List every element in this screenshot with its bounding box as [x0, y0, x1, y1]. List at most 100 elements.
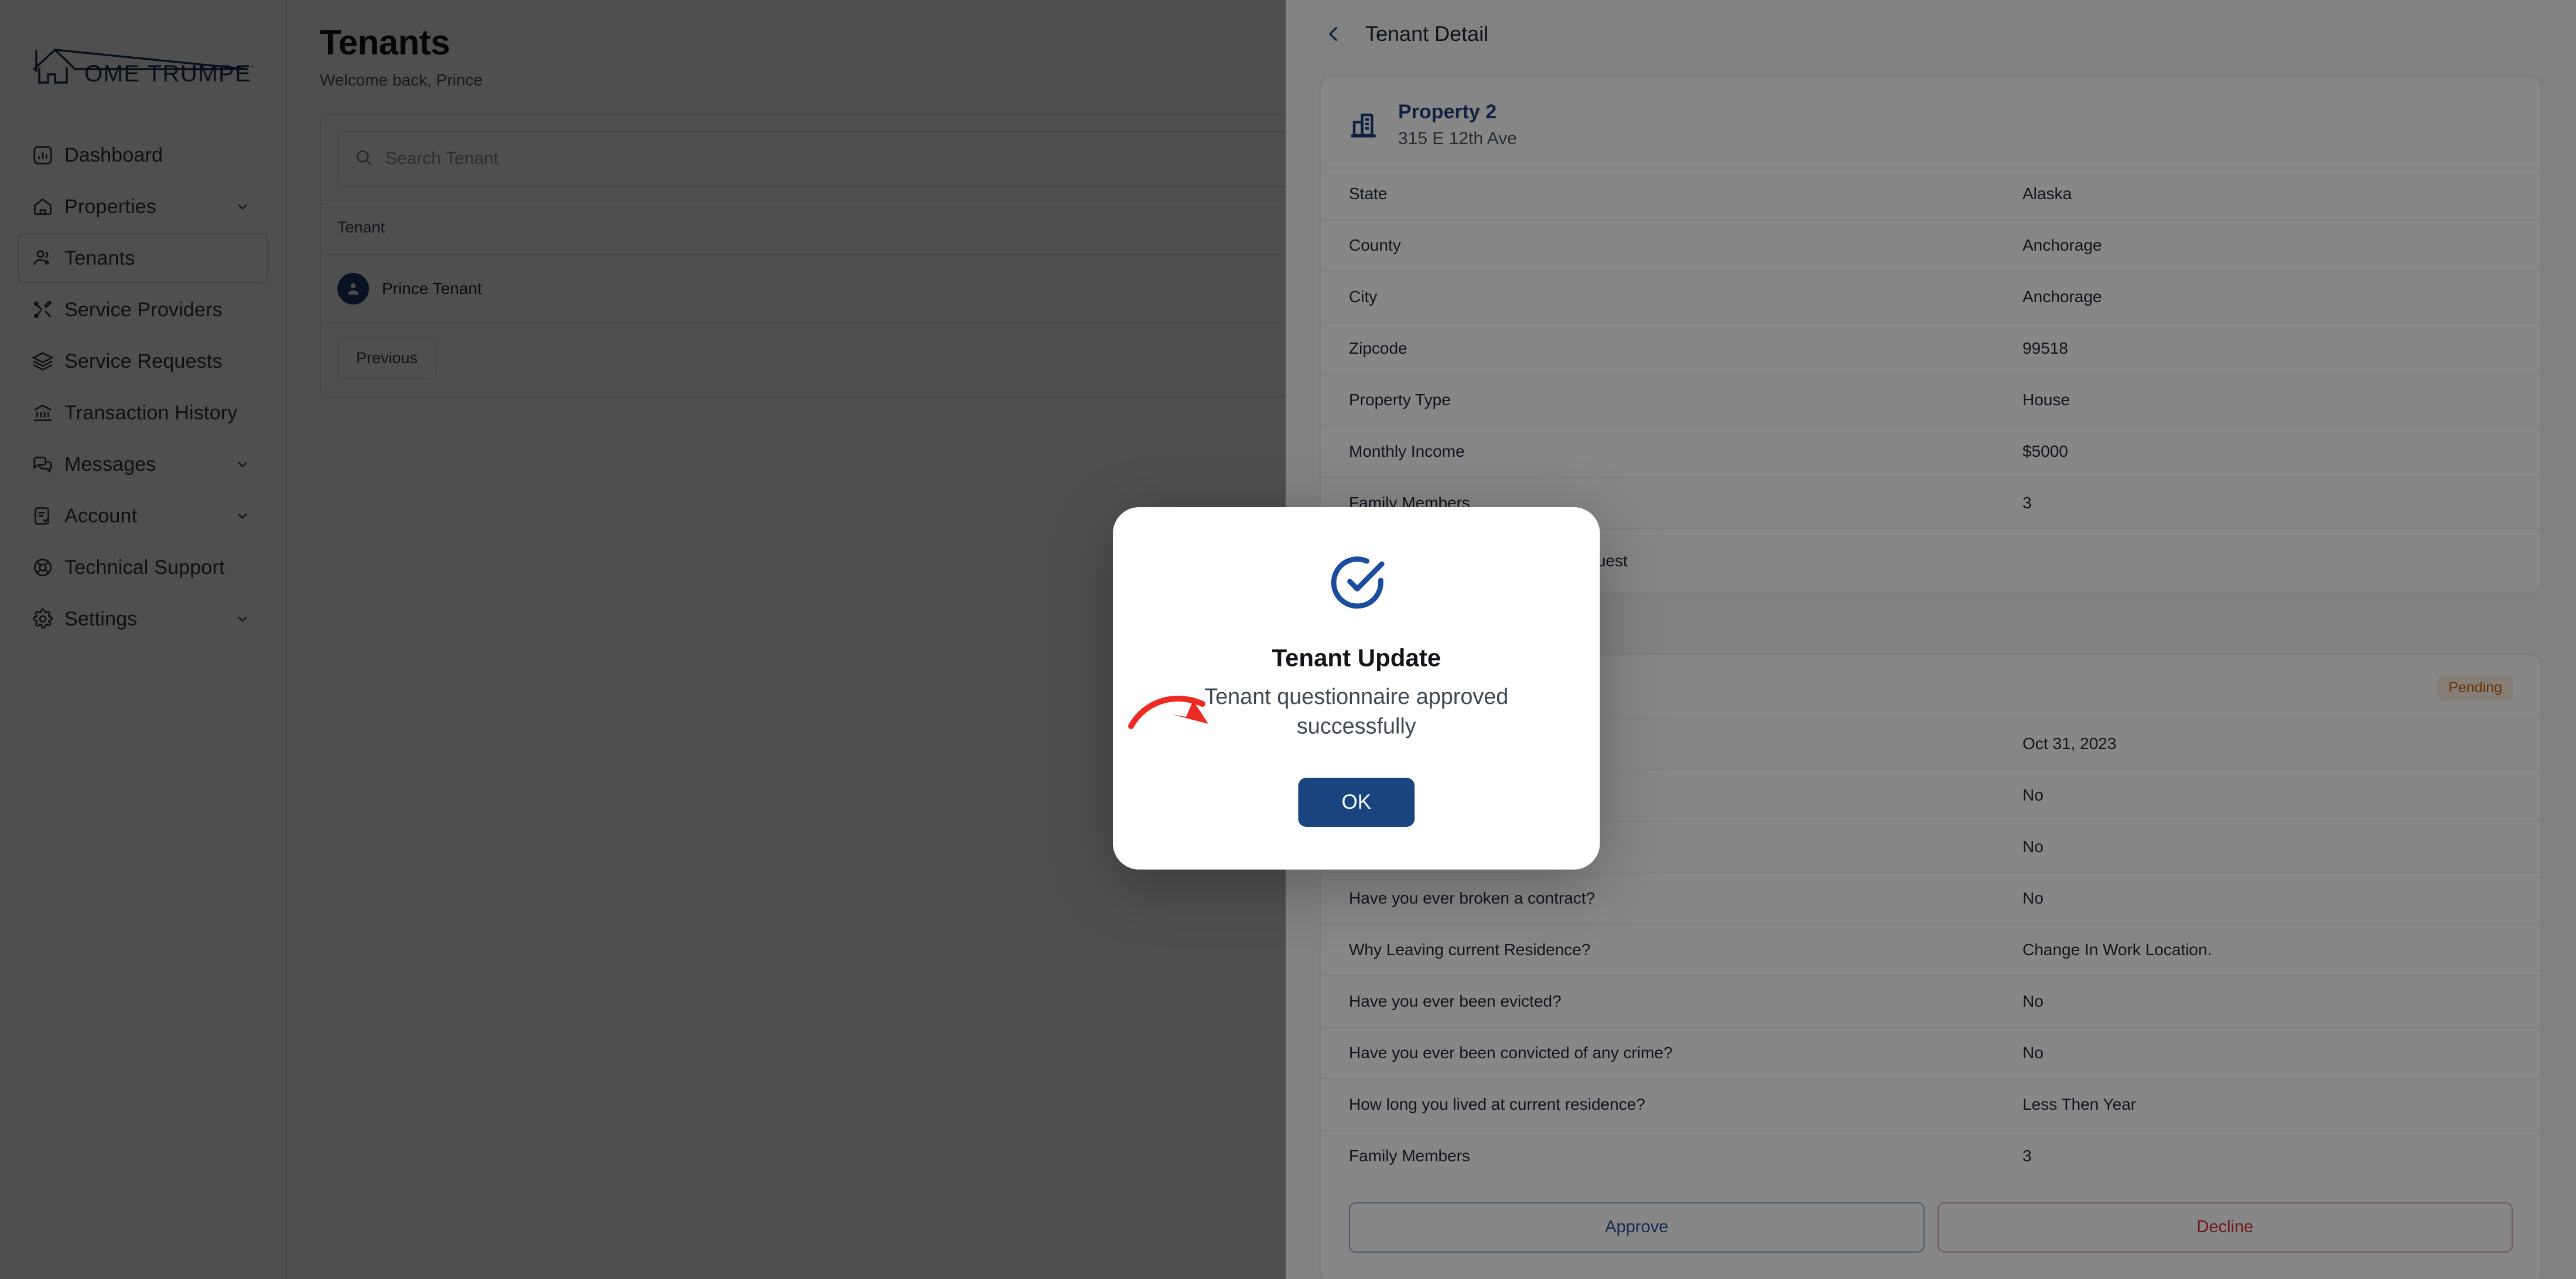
lifebuoy-icon [32, 556, 64, 579]
avatar [337, 273, 369, 305]
home-icon [32, 196, 64, 218]
response-row-broken-contract: Have you ever broken a contract? No [1321, 871, 2541, 924]
chevron-down-icon[interactable] [231, 508, 254, 524]
tools-icon [32, 299, 64, 321]
detail-row-state: State Alaska [1321, 167, 2541, 219]
sidebar-item-messages[interactable]: Messages [18, 439, 268, 490]
property-name: Property 2 [1398, 101, 1497, 123]
chart-bar-icon [32, 144, 64, 166]
sidebar-item-account[interactable]: Account [18, 491, 268, 541]
detail-row-city: City Anchorage [1321, 270, 2541, 322]
sidebar-item-label: Properties [64, 195, 156, 218]
chevron-down-icon[interactable] [231, 611, 254, 627]
response-answer: No [2022, 888, 2044, 907]
detail-value: Anchorage [2022, 235, 2102, 254]
sidebar-item-label: Tenants [64, 247, 135, 269]
response-question: Have you ever been evicted? [1349, 991, 1562, 1010]
bank-icon [32, 402, 64, 424]
response-answer: Change In Work Location. [2022, 940, 2212, 959]
response-row-family-members: Family Members 3 [1321, 1129, 2541, 1181]
response-answer: No [2022, 991, 2044, 1010]
detail-row-county: County Anchorage [1321, 218, 2541, 271]
sidebar-item-service-requests[interactable]: Service Requests [18, 336, 268, 387]
tenant-update-modal: Tenant Update Tenant questionnaire appro… [1113, 507, 1600, 871]
sidebar-item-transaction-history[interactable]: Transaction History [18, 388, 268, 438]
response-answer: No [2022, 785, 2044, 804]
ok-button[interactable]: OK [1299, 778, 1414, 828]
sidebar-item-label: Transaction History [64, 401, 238, 424]
property-header: Property 2 315 E 12th Ave [1321, 77, 2541, 167]
gear-icon [32, 608, 64, 630]
response-answer: Less Then Year [2022, 1095, 2137, 1113]
detail-value: House [2022, 390, 2070, 409]
response-answer: 3 [2022, 1146, 2032, 1165]
detail-value: 3 [2022, 493, 2032, 512]
sidebar-item-service-providers[interactable]: Service Providers [18, 285, 268, 335]
chevron-down-icon[interactable] [231, 199, 254, 215]
brand-logo[interactable]: OME TRUMPETER [18, 0, 268, 123]
detail-key: Property Type [1349, 390, 1451, 409]
modal-title: Tenant Update [1272, 645, 1441, 673]
detail-key: Zipcode [1349, 338, 1407, 357]
response-row-convicted: Have you ever been convicted of any crim… [1321, 1026, 2541, 1078]
sidebar-item-properties[interactable]: Properties [18, 182, 268, 232]
detail-key: County [1349, 235, 1401, 254]
sidebar-nav: Dashboard Properties Tenants Service Pro… [18, 130, 268, 644]
response-question: Why Leaving current Residence? [1349, 940, 1591, 959]
clipboard-check-icon [32, 505, 64, 527]
home-trumpeter-logo-icon: OME TRUMPETER [32, 48, 253, 85]
modal-actions: OK [1113, 778, 1600, 828]
sidebar-item-tenants[interactable]: Tenants [18, 233, 268, 283]
chevron-down-icon[interactable] [231, 456, 254, 473]
detail-key: State [1349, 184, 1388, 203]
svg-text:OME TRUMPETER: OME TRUMPETER [84, 61, 253, 85]
response-row-how-long-lived: How long you lived at current residence?… [1321, 1078, 2541, 1130]
response-actions: Approve Decline [1321, 1181, 2541, 1279]
sidebar-item-label: Account [64, 504, 138, 527]
detail-key: City [1349, 287, 1378, 306]
response-question: How long you lived at current residence? [1349, 1095, 1645, 1113]
drawer-header: Tenant Detail [1320, 0, 2542, 68]
sidebar-item-label: Service Requests [64, 350, 223, 372]
chevron-left-icon[interactable] [1323, 23, 1344, 45]
detail-value: Alaska [2022, 184, 2072, 203]
sidebar-item-label: Messages [64, 453, 156, 476]
detail-row-monthly-income: Monthly Income $5000 [1321, 425, 2541, 477]
sidebar: OME TRUMPETER Dashboard Properties [0, 0, 287, 1279]
response-answer: No [2022, 1043, 2044, 1062]
users-icon [32, 247, 64, 269]
sidebar-item-label: Settings [64, 607, 138, 630]
modal-message: Tenant questionnaire approved successful… [1204, 684, 1509, 739]
response-row-evicted: Have you ever been evicted? No [1321, 974, 2541, 1027]
detail-value: 99518 [2022, 338, 2068, 357]
tenant-name: Prince Tenant [382, 279, 482, 297]
response-row-why-leaving: Why Leaving current Residence? Change In… [1321, 923, 2541, 975]
sidebar-item-label: Service Providers [64, 298, 223, 321]
check-circle-icon [1113, 507, 1600, 638]
response-question: Have you ever been convicted of any crim… [1349, 1043, 1673, 1062]
chat-icon [32, 453, 64, 476]
response-question: Family Members [1349, 1146, 1470, 1165]
approve-button[interactable]: Approve [1349, 1202, 1925, 1253]
sidebar-item-settings[interactable]: Settings [18, 594, 268, 644]
search-icon [354, 148, 374, 170]
sidebar-item-dashboard[interactable]: Dashboard [18, 130, 268, 180]
decline-button[interactable]: Decline [1937, 1202, 2513, 1253]
status-badge: Pending [2438, 674, 2513, 701]
detail-row-property-type: Property Type House [1321, 373, 2541, 425]
previous-page-button[interactable]: Previous [337, 337, 437, 379]
building-icon [1349, 109, 1381, 141]
sidebar-item-label: Dashboard [64, 143, 163, 166]
response-answer: Oct 31, 2023 [2022, 734, 2117, 753]
layers-icon [32, 350, 64, 372]
property-address: 315 E 12th Ave [1398, 128, 1517, 148]
drawer-title: Tenant Detail [1365, 22, 1489, 46]
detail-value: Anchorage [2022, 287, 2102, 306]
response-question: Have you ever broken a contract? [1349, 888, 1596, 907]
detail-key: Monthly Income [1349, 442, 1465, 460]
response-answer: No [2022, 837, 2044, 856]
sidebar-item-label: Technical Support [64, 556, 225, 579]
detail-value: $5000 [2022, 442, 2068, 460]
sidebar-item-technical-support[interactable]: Technical Support [18, 542, 268, 593]
detail-row-zipcode: Zipcode 99518 [1321, 322, 2541, 374]
